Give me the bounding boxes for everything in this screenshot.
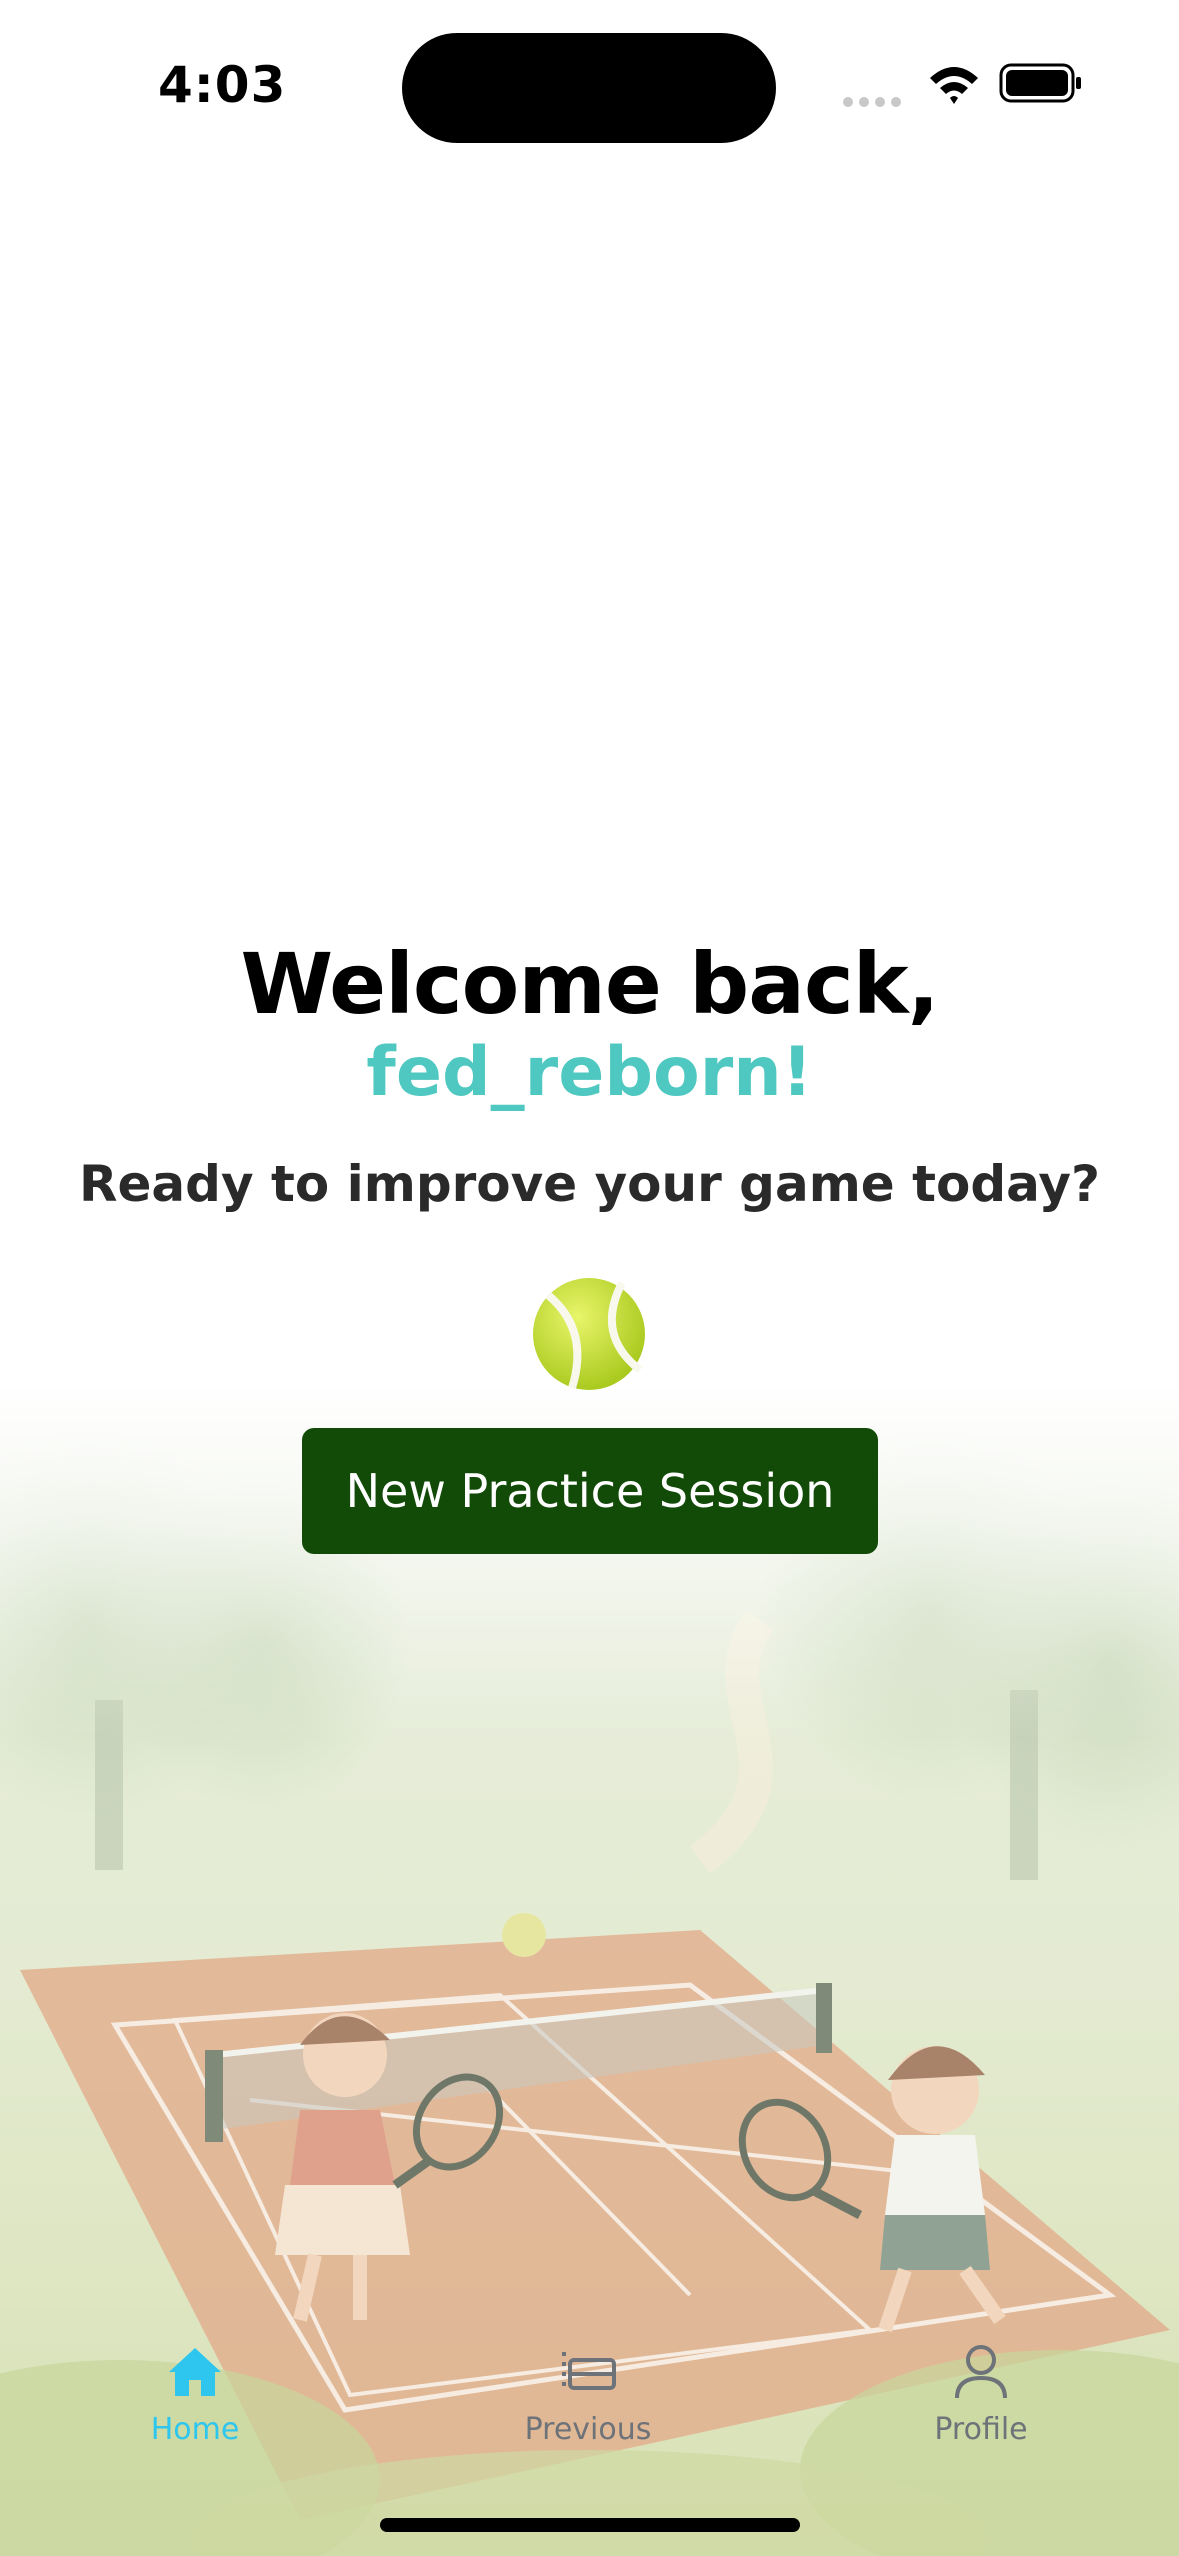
battery-icon — [999, 63, 1081, 103]
list-icon — [562, 2352, 616, 2390]
home-icon — [169, 2348, 221, 2396]
welcome-title: Welcome back, — [240, 935, 939, 1033]
status-icons — [843, 63, 1081, 107]
new-practice-session-button[interactable]: New Practice Session — [302, 1428, 878, 1554]
tab-bar: Home Previous Profile — [0, 2320, 1179, 2480]
signal-icon — [843, 97, 901, 107]
tab-home-label: Home — [150, 2412, 240, 2447]
subtitle: Ready to improve your game today? — [79, 1155, 1100, 1213]
dynamic-island — [402, 33, 776, 143]
tab-previous-label: Previous — [524, 2412, 652, 2447]
home-indicator[interactable] — [380, 2518, 800, 2532]
tennis-ball-icon — [533, 1278, 645, 1390]
tab-profile-label: Profile — [934, 2412, 1028, 2447]
person-icon — [955, 2345, 1007, 2399]
tab-profile[interactable]: Profile — [871, 2340, 1091, 2470]
status-time: 4:03 — [158, 56, 287, 114]
tab-home[interactable]: Home — [85, 2340, 305, 2470]
tab-previous[interactable]: Previous — [478, 2340, 698, 2470]
username: fed_reborn! — [366, 1033, 813, 1112]
status-bar: 4:03 — [0, 0, 1179, 175]
wifi-icon — [930, 67, 978, 104]
